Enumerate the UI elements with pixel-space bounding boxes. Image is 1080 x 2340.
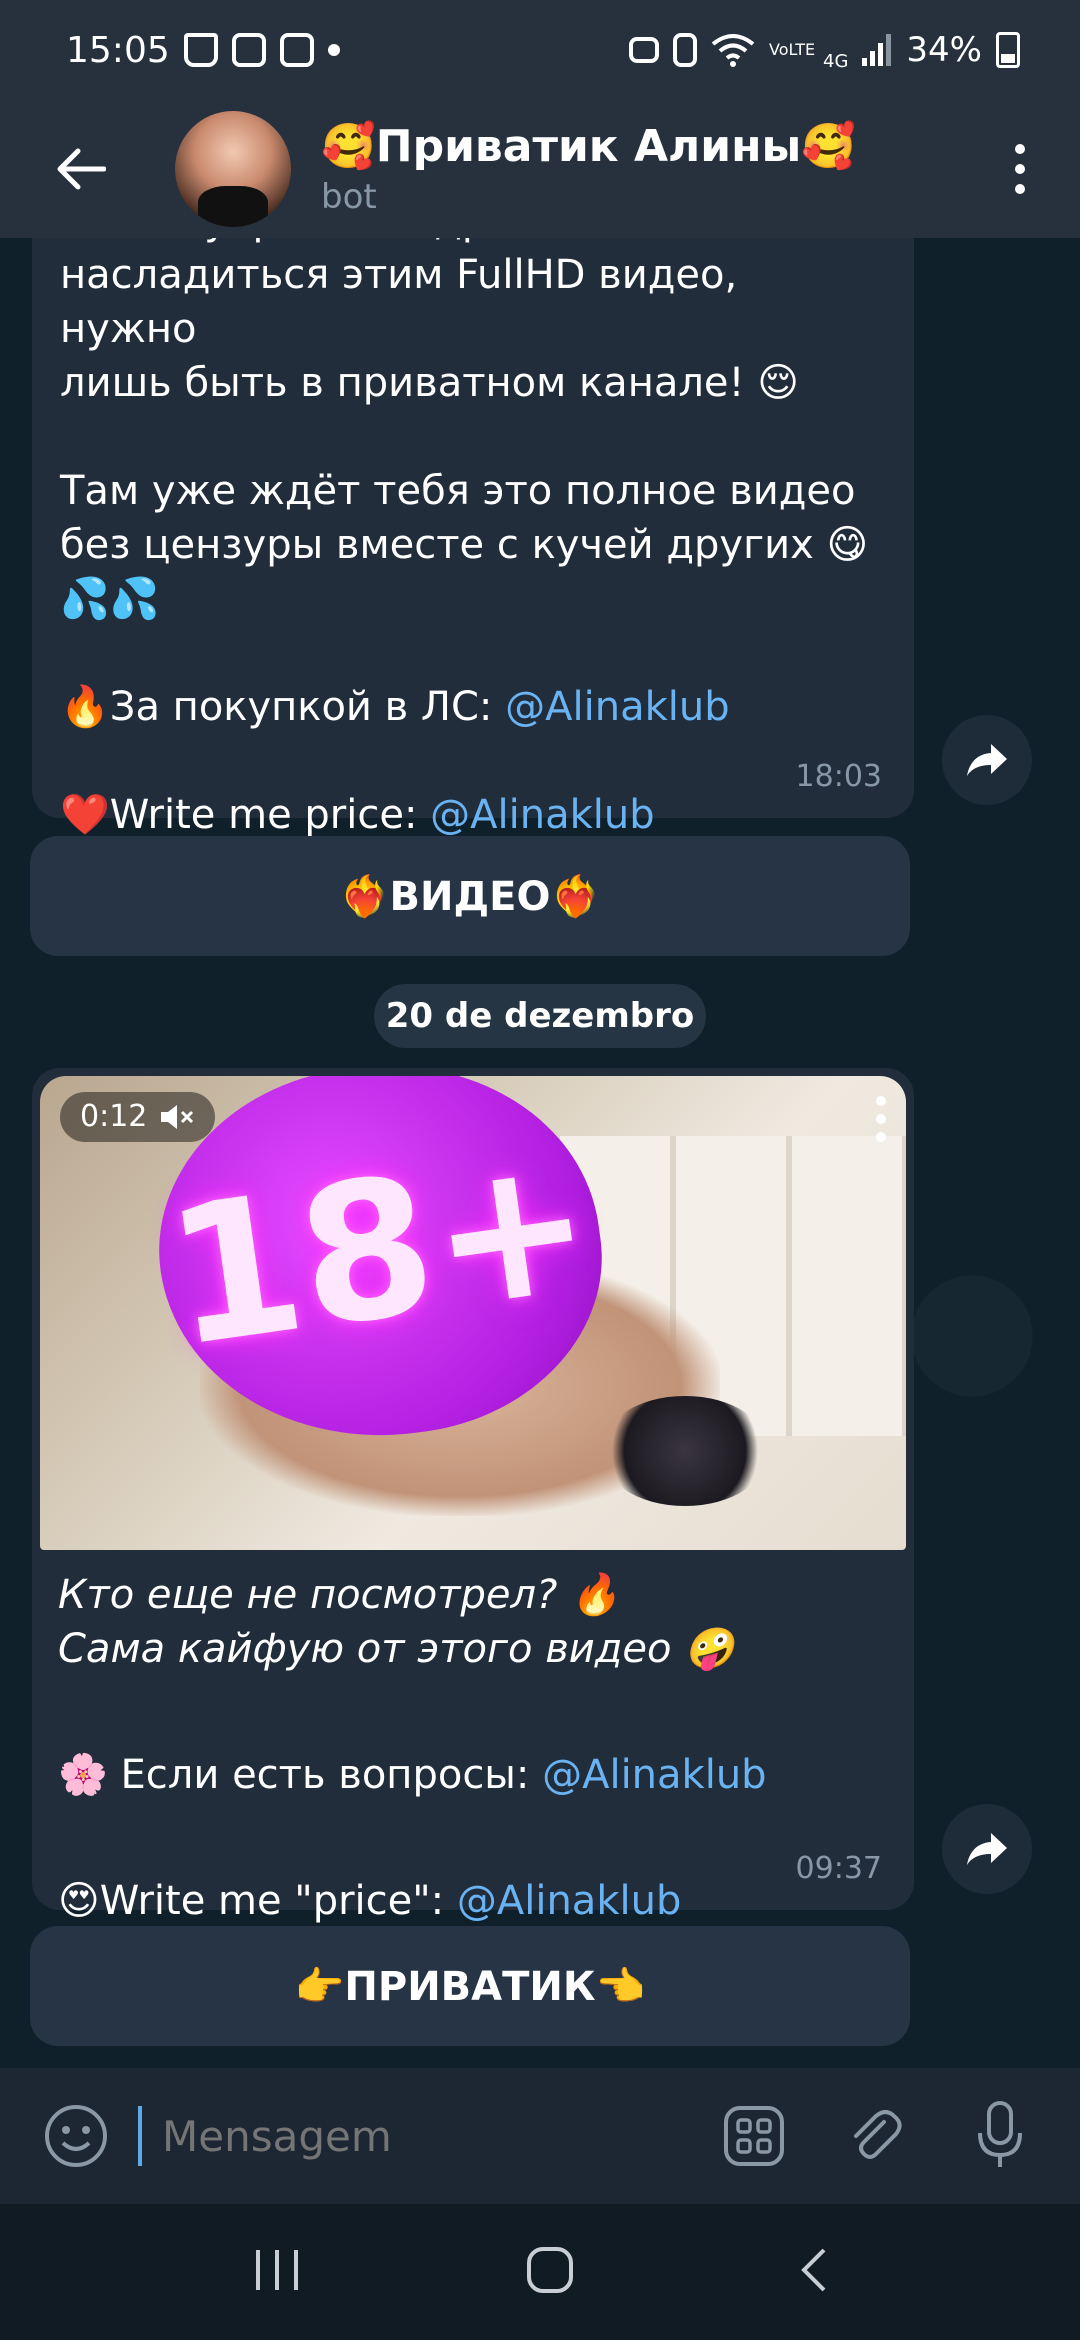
video-duration[interactable]: 0:12 (60, 1092, 216, 1142)
system-back-button[interactable] (798, 2246, 828, 2298)
data-saver-icon (673, 33, 698, 67)
arrow-left-icon (57, 148, 106, 190)
share-arrow-icon (967, 744, 1007, 776)
message-text: Чтобы убрать квадратики и (60, 238, 878, 248)
more-vertical-icon (1015, 164, 1025, 174)
avatar[interactable] (175, 111, 291, 227)
message-text: лишь быть в приватном канале! 😌 (60, 360, 799, 406)
more-vertical-icon (1015, 144, 1025, 154)
more-vertical-icon (876, 1132, 886, 1142)
message-text: без цензуры вместе с кучей других 😋 (60, 522, 869, 568)
share-arrow-icon (967, 1833, 1007, 1865)
grid-icon (724, 2106, 784, 2166)
instagram-icon (279, 33, 314, 67)
inline-button-private[interactable]: 👉ПРИВАТИК👈 (30, 1926, 910, 2046)
message-text: насладиться этим FullHD видео, нужно (60, 252, 738, 352)
volte-label: VoLTE (769, 40, 816, 59)
network-label: 4G (823, 50, 849, 72)
chevron-left-icon (801, 2248, 826, 2292)
back-button[interactable] (30, 119, 130, 219)
message-text: 🔥За покупкой в ЛС: @Alinaklub (60, 680, 878, 734)
battery-icon (996, 32, 1020, 68)
message-text: ❤️Write me price: @Alinaklub (60, 788, 878, 842)
more-menu-button[interactable] (1000, 119, 1040, 219)
wifi-icon (711, 34, 755, 67)
shopping-bag-icon (183, 33, 218, 67)
message-text: 😍Write me "price": @Alinaklub (58, 1874, 888, 1928)
voice-button[interactable] (960, 2096, 1040, 2176)
notification-dot-icon (327, 44, 340, 56)
message-bubble[interactable]: 18+ 0:12 Кто еще не посмотрел? 🔥 Сама ка… (32, 1068, 914, 1924)
chat-header: 🥰Приватик Алины🥰 bot (0, 100, 1080, 238)
instagram-icon (231, 33, 266, 67)
message-text: Сама кайфую от этого видео 🤪 (58, 1626, 735, 1672)
questions-label: 🌸 Если есть вопросы: (58, 1752, 543, 1798)
video-thumbnail[interactable]: 18+ 0:12 (40, 1076, 906, 1550)
username-link[interactable]: @Alinaklub (457, 1878, 681, 1924)
chat-subtitle: bot (321, 177, 377, 217)
price-label: ❤️Write me price: (60, 792, 431, 838)
username-link[interactable]: @Alinaklub (430, 792, 654, 838)
status-bar: 15:05 VoLTE 4G 34% (0, 0, 1080, 100)
attach-button[interactable] (834, 2096, 914, 2176)
message-text: Там уже ждёт тебя это полное видео (60, 468, 856, 514)
emoji-button[interactable] (36, 2096, 116, 2176)
inline-button-video[interactable]: ❤️‍🔥ВИДЕО❤️‍🔥 (30, 836, 910, 956)
clock: 15:05 (66, 29, 170, 71)
price-label: 😍Write me "price": (58, 1878, 457, 1924)
share-button[interactable] (942, 1804, 1032, 1894)
message-input-bar (0, 2068, 1080, 2204)
more-vertical-icon (1015, 184, 1025, 194)
username-link[interactable]: @Alinaklub (505, 684, 729, 730)
message-text: 🌸 Если есть вопросы: @Alinaklub (58, 1748, 888, 1802)
chat-area[interactable]: Чтобы убрать квадратики и насладиться эт… (0, 238, 1080, 2068)
message-time: 09:37 (795, 1851, 882, 1886)
message-input[interactable] (142, 2086, 714, 2186)
battery-percent: 34% (906, 30, 982, 70)
more-vertical-icon (876, 1114, 886, 1124)
media-menu-button[interactable] (876, 1096, 886, 1142)
message-caption: Кто еще не посмотрел? 🔥 Сама кайфую от э… (58, 1568, 888, 1928)
upload-icon (629, 37, 660, 63)
share-button[interactable] (942, 715, 1032, 805)
message-bubble[interactable]: Чтобы убрать квадратики и насладиться эт… (32, 238, 914, 838)
system-nav-bar (0, 2204, 1080, 2340)
smiley-icon (45, 2105, 107, 2167)
home-button[interactable] (526, 2246, 574, 2298)
muted-speaker-icon (161, 1105, 194, 1129)
paperclip-icon (854, 2110, 902, 2159)
message-time: 18:03 (795, 759, 882, 794)
buy-label: 🔥За покупкой в ЛС: (60, 684, 506, 730)
more-vertical-icon (876, 1096, 886, 1106)
blurred-figure (600, 1396, 770, 1506)
date-separator: 20 de dezembro (374, 984, 706, 1048)
recent-apps-icon (256, 2250, 298, 2290)
chat-title: 🥰Приватик Алины🥰 (321, 121, 857, 172)
home-icon (527, 2247, 573, 2293)
microphone-icon (978, 2101, 1022, 2167)
bot-commands-button[interactable] (714, 2096, 794, 2176)
recent-apps-button[interactable] (252, 2248, 302, 2296)
username-link[interactable]: @Alinaklub (542, 1752, 766, 1798)
chat-title-block[interactable]: 🥰Приватик Алины🥰 bot (321, 119, 856, 219)
duration-label: 0:12 (80, 1099, 148, 1134)
signal-icon (862, 34, 892, 66)
message-text: Кто еще не посмотрел? 🔥 (58, 1572, 620, 1618)
message-text: 💦💦 (60, 576, 160, 622)
